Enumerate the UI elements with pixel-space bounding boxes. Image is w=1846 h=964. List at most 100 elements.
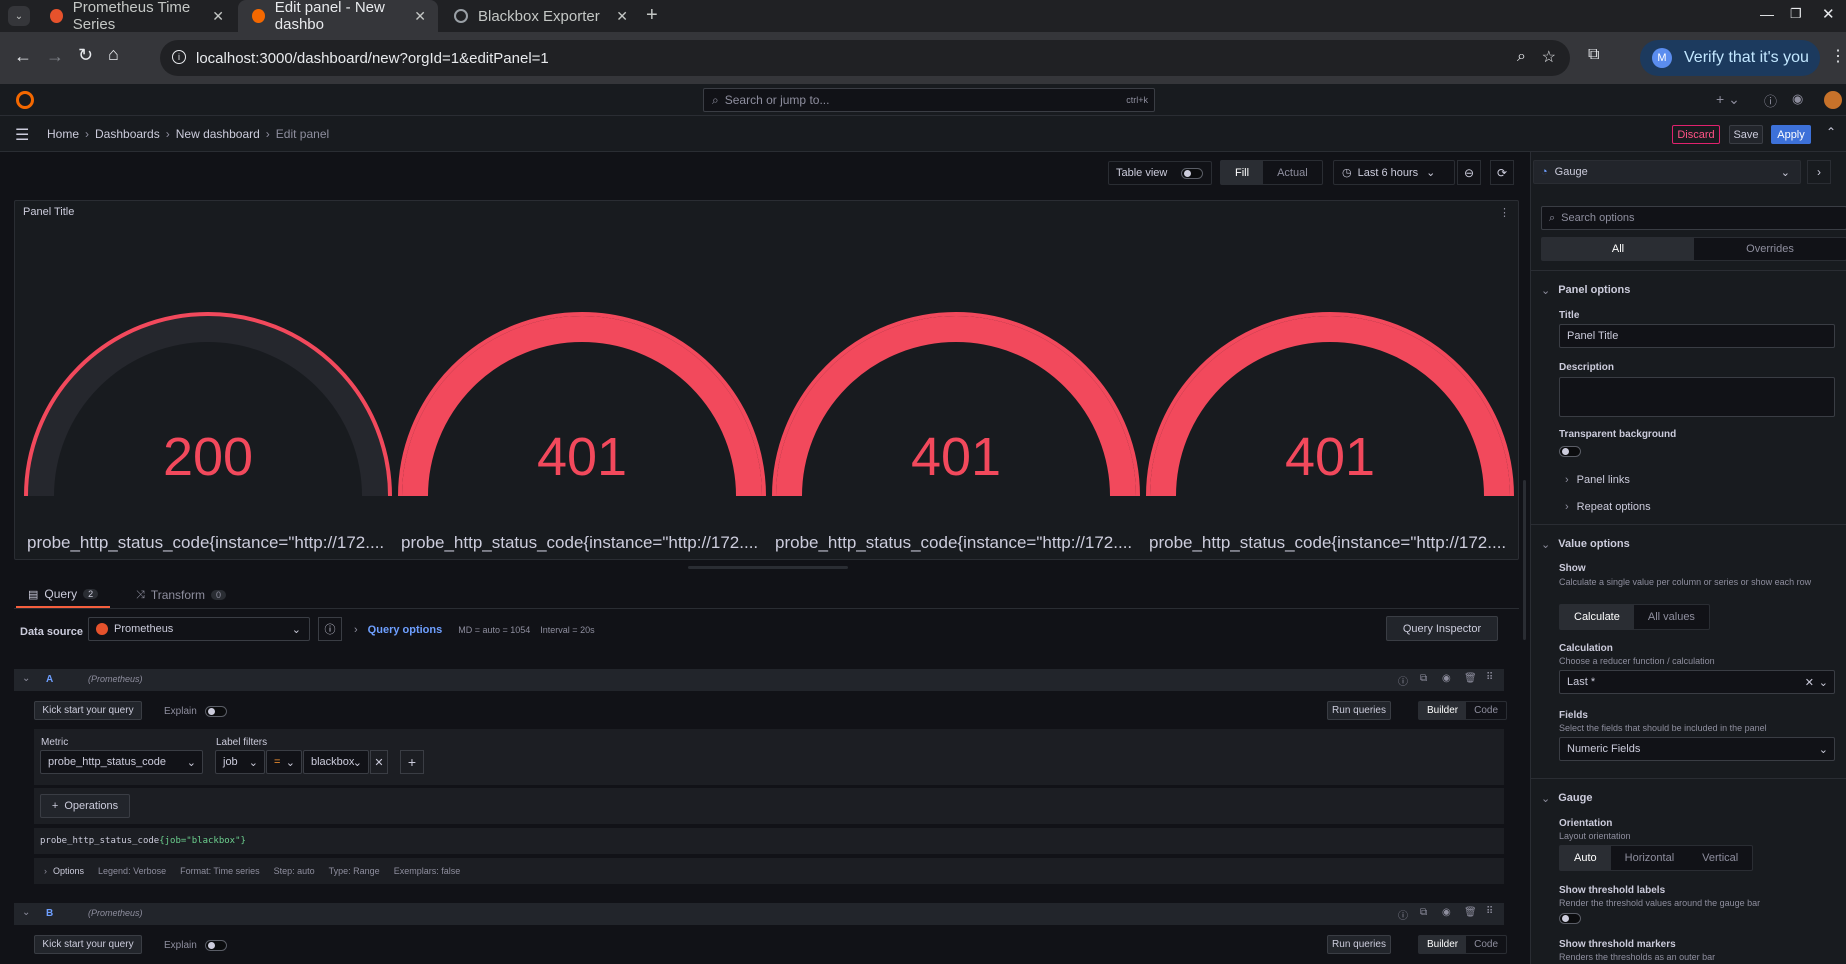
kick-start-button[interactable]: Kick start your query	[34, 701, 142, 720]
query-ref-id[interactable]: B	[46, 908, 53, 919]
visualization-picker[interactable]: ◔ Gauge ⌄	[1533, 160, 1801, 184]
orientation-auto-option[interactable]: Auto	[1560, 846, 1611, 870]
tab-all[interactable]: All	[1542, 238, 1694, 260]
forward-icon[interactable]: →	[46, 46, 64, 67]
apply-button[interactable]: Apply	[1771, 125, 1811, 144]
help-icon[interactable]: ⓘ	[1398, 907, 1408, 922]
close-tab-icon[interactable]: ✕	[212, 8, 224, 25]
reload-icon[interactable]: ↻	[78, 45, 93, 66]
bookmark-star-icon[interactable]: ☆	[1542, 47, 1556, 67]
show-mode-switch[interactable]: Calculate All values	[1559, 604, 1710, 630]
fields-select[interactable]: Numeric Fields ⌄	[1559, 737, 1835, 761]
run-queries-button[interactable]: Run queries	[1327, 701, 1391, 720]
query-ref-id[interactable]: A	[46, 674, 53, 685]
show-calculate-option[interactable]: Calculate	[1560, 605, 1634, 629]
discard-button[interactable]: Discard	[1672, 125, 1720, 144]
explain-toggle[interactable]	[205, 940, 227, 951]
calculation-select[interactable]: Last * ✕ ⌄	[1559, 670, 1835, 694]
query-options-row[interactable]: › Options Legend: Verbose Format: Time s…	[34, 858, 1504, 884]
user-avatar[interactable]	[1824, 91, 1842, 109]
builder-code-switch[interactable]: Builder Code	[1418, 935, 1508, 954]
label-key-select[interactable]: job ⌄	[215, 750, 265, 774]
show-all-values-option[interactable]: All values	[1634, 605, 1709, 629]
run-queries-button[interactable]: Run queries	[1327, 935, 1391, 954]
gauge-section-header[interactable]: ⌄ Gauge	[1541, 792, 1592, 805]
hide-eye-icon[interactable]: ◉	[1442, 907, 1451, 918]
query-inspector-button[interactable]: Query Inspector	[1386, 616, 1498, 641]
home-icon[interactable]: ⌂	[108, 44, 119, 65]
transparent-toggle[interactable]	[1559, 446, 1581, 457]
zoom-out-icon[interactable]: ⊖	[1457, 160, 1481, 185]
browser-tab-prometheus[interactable]: Prometheus Time Series ✕	[36, 0, 236, 33]
value-options-header[interactable]: ⌄ Value options	[1541, 538, 1630, 551]
datasource-help-icon[interactable]: ⓘ	[318, 617, 342, 641]
drag-handle-icon[interactable]: ⠿	[1486, 672, 1493, 683]
news-feed-icon[interactable]: ◉	[1792, 91, 1803, 107]
kick-start-button[interactable]: Kick start your query	[34, 935, 142, 954]
menu-hamburger-icon[interactable]: ☰	[15, 125, 29, 145]
verify-identity-button[interactable]: M Verify that it's you	[1640, 40, 1820, 76]
title-input[interactable]: Panel Title	[1559, 324, 1835, 348]
browser-tab-edit-panel[interactable]: Edit panel - New dashbo ✕	[238, 0, 438, 33]
actual-option[interactable]: Actual	[1263, 161, 1322, 184]
refresh-icon[interactable]: ⟳	[1490, 160, 1514, 185]
datasource-picker[interactable]: Prometheus ⌄	[88, 617, 310, 641]
code-option[interactable]: Code	[1466, 702, 1506, 719]
table-view-switch[interactable]	[1181, 168, 1203, 179]
builder-option[interactable]: Builder	[1419, 702, 1467, 719]
help-icon[interactable]: ⓘ	[1398, 673, 1408, 688]
tab-list-dropdown-icon[interactable]: ⌄	[8, 6, 30, 26]
query-row-header-a[interactable]: ⌄ A (Prometheus) ⓘ ⧉ ◉ 🗑 ⠿	[14, 669, 1504, 691]
duplicate-icon[interactable]: ⧉	[1420, 673, 1427, 684]
time-range-picker[interactable]: ◷ Last 6 hours ⌄	[1333, 160, 1455, 185]
threshold-labels-toggle[interactable]	[1559, 913, 1581, 924]
address-bar[interactable]: i localhost:3000/dashboard/new?orgId=1&e…	[160, 40, 1570, 76]
breadcrumb-home[interactable]: Home	[47, 127, 79, 141]
drag-handle-icon[interactable]: ⠿	[1486, 906, 1493, 917]
collapse-chevron-icon[interactable]: ⌄	[22, 673, 30, 684]
clear-icon[interactable]: ✕	[1805, 676, 1814, 689]
builder-option[interactable]: Builder	[1419, 936, 1467, 953]
new-tab-icon[interactable]: +	[646, 4, 658, 27]
zoom-search-icon[interactable]: ⌕	[1517, 48, 1526, 66]
query-options-toggle[interactable]: › Query options MD = auto = 1054 Interva…	[354, 624, 595, 636]
maximize-icon[interactable]: ❐	[1790, 6, 1802, 22]
breadcrumb-new-dashboard[interactable]: New dashboard	[176, 127, 260, 141]
remove-filter-icon[interactable]: ✕	[370, 750, 388, 774]
vertical-scrollbar[interactable]	[1523, 480, 1526, 640]
panel-menu-icon[interactable]: ⋮	[1499, 206, 1510, 219]
repeat-options-row[interactable]: › Repeat options	[1565, 501, 1651, 513]
tab-overrides[interactable]: Overrides	[1694, 238, 1846, 260]
browser-menu-icon[interactable]: ⋮	[1830, 46, 1846, 66]
browser-tab-blackbox[interactable]: Blackbox Exporter ✕	[440, 0, 640, 32]
code-option[interactable]: Code	[1466, 936, 1506, 953]
new-menu-icon[interactable]: + ⌄	[1716, 91, 1740, 108]
collapse-pane-icon[interactable]: ›	[1807, 160, 1831, 184]
add-operation-button[interactable]: + Operations	[40, 794, 130, 818]
explain-toggle[interactable]	[205, 706, 227, 717]
save-button[interactable]: Save	[1729, 125, 1763, 144]
global-search-input[interactable]: ⌕ Search or jump to... ctrl+k	[703, 88, 1155, 112]
delete-icon[interactable]: 🗑	[1464, 673, 1477, 684]
orientation-vertical-option[interactable]: Vertical	[1688, 846, 1752, 870]
options-tabs[interactable]: All Overrides	[1541, 237, 1846, 261]
label-value-select[interactable]: blackbox ⌄	[303, 750, 369, 774]
collapse-chevron-icon[interactable]: ⌄	[22, 907, 30, 918]
back-icon[interactable]: ←	[14, 46, 32, 67]
collapse-chevron-icon[interactable]: ⌃	[1826, 125, 1836, 139]
label-operator-select[interactable]: = ⌄	[266, 750, 302, 774]
table-view-toggle[interactable]: Table view	[1108, 161, 1212, 185]
orientation-horizontal-option[interactable]: Horizontal	[1611, 846, 1689, 870]
metric-select[interactable]: probe_http_status_code ⌄	[40, 750, 203, 774]
query-row-header-b[interactable]: ⌄ B (Prometheus) ⓘ ⧉ ◉ 🗑 ⠿	[14, 903, 1504, 925]
fill-option[interactable]: Fill	[1221, 161, 1264, 184]
close-tab-icon[interactable]: ✕	[414, 8, 426, 25]
site-info-icon[interactable]: i	[172, 50, 186, 64]
grafana-logo-icon[interactable]	[16, 91, 34, 109]
help-icon[interactable]: ⓘ	[1764, 91, 1777, 110]
description-textarea[interactable]	[1559, 377, 1835, 417]
delete-icon[interactable]: 🗑	[1464, 907, 1477, 918]
builder-code-switch[interactable]: Builder Code	[1418, 701, 1508, 720]
close-window-icon[interactable]: ✕	[1822, 5, 1835, 23]
fill-actual-switch[interactable]: Fill Actual	[1220, 160, 1323, 185]
